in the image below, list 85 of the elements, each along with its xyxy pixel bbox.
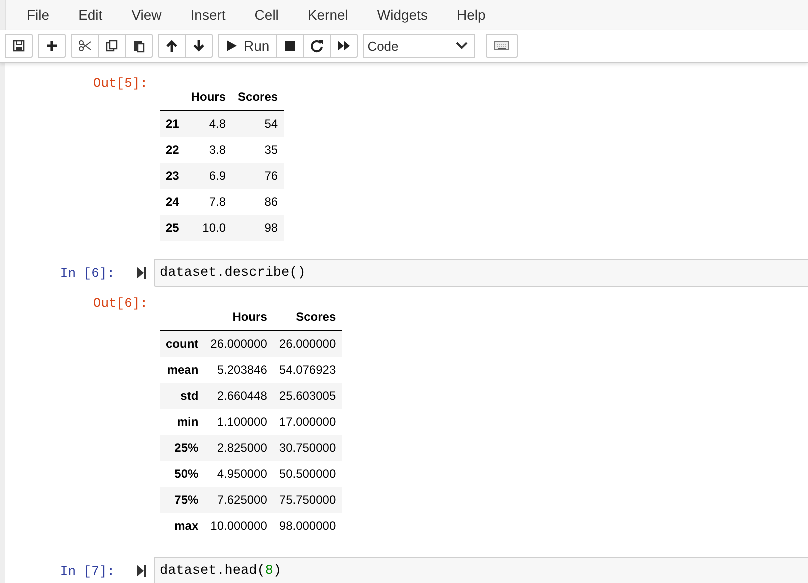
table-cell: 6.9: [209, 169, 226, 183]
menu-item[interactable]: View: [122, 7, 174, 23]
arrow-down-icon: [192, 39, 206, 53]
table-cell: 3.8: [209, 143, 226, 157]
fast-forward-icon: [336, 39, 351, 53]
menu-item[interactable]: File: [18, 7, 62, 23]
row-index: count: [166, 337, 199, 351]
run-cell-icon[interactable]: [137, 267, 146, 279]
menu-item[interactable]: Help: [448, 7, 498, 23]
scissors-icon: [78, 39, 92, 53]
column-header: Scores: [296, 310, 336, 324]
table-cell: 7.8: [209, 195, 226, 209]
chevron-down-icon: [456, 42, 468, 50]
table-cell: 50.500000: [279, 467, 336, 481]
row-index: 25: [166, 221, 180, 235]
code-input[interactable]: dataset.head(8): [154, 557, 808, 583]
table-cell: 35: [264, 143, 278, 157]
row-index: std: [180, 389, 199, 403]
stop-icon: [282, 39, 297, 53]
menu-item[interactable]: Cell: [246, 7, 291, 23]
table-cell: 2.660448: [217, 389, 268, 403]
row-index: max: [174, 519, 199, 533]
table-cell: 2.825000: [217, 441, 268, 455]
arrow-up-icon: [165, 39, 179, 53]
column-header: Scores: [238, 90, 278, 104]
output-prompt: Out[6]:: [92, 296, 148, 313]
output-prompt: Out[5]:: [92, 76, 148, 93]
paste-icon: [132, 39, 146, 53]
table-cell: 26.000000: [210, 337, 268, 351]
play-icon: [225, 39, 239, 53]
keyboard-icon: [494, 39, 510, 53]
table-cell: 54: [264, 117, 278, 131]
row-index: 22: [166, 143, 180, 157]
table-cell: 86: [264, 195, 278, 209]
row-index: 50%: [174, 467, 199, 481]
table-cell: 76: [264, 169, 278, 183]
column-header: Hours: [191, 90, 226, 104]
input-prompt: In [6]:: [59, 266, 115, 280]
table-cell: 4.8: [209, 117, 226, 131]
save-button[interactable]: [5, 34, 33, 58]
row-index: 21: [166, 117, 180, 131]
row-index: 75%: [174, 493, 199, 507]
table-cell: 10.0: [202, 221, 226, 235]
run-button[interactable]: Run: [218, 34, 277, 58]
table-cell: 26.000000: [279, 337, 336, 351]
stop-button[interactable]: [276, 34, 304, 58]
row-index: min: [177, 415, 199, 429]
code-input[interactable]: dataset.describe(): [154, 259, 808, 287]
keyboard-button[interactable]: [486, 34, 518, 58]
table-cell: 30.750000: [279, 441, 336, 455]
menu-item[interactable]: Kernel: [298, 7, 360, 23]
table-cell: 98: [264, 221, 278, 235]
row-index: mean: [167, 363, 199, 377]
copy-icon: [105, 39, 119, 53]
restart-button[interactable]: [302, 34, 331, 58]
cut-button[interactable]: [71, 34, 99, 58]
move-down-button[interactable]: [185, 34, 213, 58]
row-index: 24: [166, 195, 180, 209]
table-cell: 98.000000: [279, 519, 336, 533]
table-cell: 25.603005: [279, 389, 336, 403]
table-cell: 1.100000: [217, 415, 268, 429]
column-header: Hours: [232, 310, 268, 324]
move-up-button[interactable]: [158, 34, 186, 58]
table-cell: 7.625000: [217, 493, 268, 507]
row-index: 25%: [174, 441, 199, 455]
table-cell: 75.750000: [279, 493, 336, 507]
insert-button[interactable]: [38, 34, 66, 58]
table-cell: 5.203846: [217, 363, 268, 377]
menu-item[interactable]: Edit: [70, 7, 115, 23]
plus-icon: [45, 39, 59, 53]
paste-button[interactable]: [125, 34, 153, 58]
restart-icon: [310, 39, 324, 53]
menu-item[interactable]: Widgets: [368, 7, 440, 23]
row-index: 23: [166, 169, 180, 183]
copy-button[interactable]: [98, 34, 126, 58]
table-cell: 17.000000: [279, 415, 336, 429]
input-prompt: In [7]:: [59, 564, 115, 578]
table-cell: 10.000000: [210, 519, 268, 533]
table-cell: 54.076923: [279, 363, 336, 377]
run-all-button[interactable]: [330, 34, 358, 58]
menu-item[interactable]: Insert: [182, 7, 238, 23]
table-cell: 4.950000: [217, 467, 268, 481]
run-cell-icon[interactable]: [137, 565, 146, 577]
save-icon: [12, 39, 26, 53]
cell-type-dropdown[interactable]: Code: [362, 34, 475, 58]
